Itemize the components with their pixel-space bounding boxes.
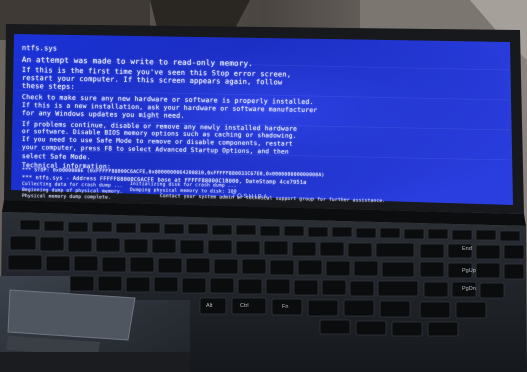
laptop-brand-label: TOSHIBA — [231, 193, 269, 201]
key-label: Ctrl — [240, 303, 249, 309]
touchpad — [7, 289, 136, 341]
key-label: PgDn — [462, 286, 476, 292]
key-label: Alt — [206, 303, 213, 309]
photo-scene — [0, 0, 527, 372]
key-label: PgUp — [462, 268, 476, 274]
key-label: End — [462, 246, 472, 252]
key-label: Fn — [282, 304, 289, 310]
